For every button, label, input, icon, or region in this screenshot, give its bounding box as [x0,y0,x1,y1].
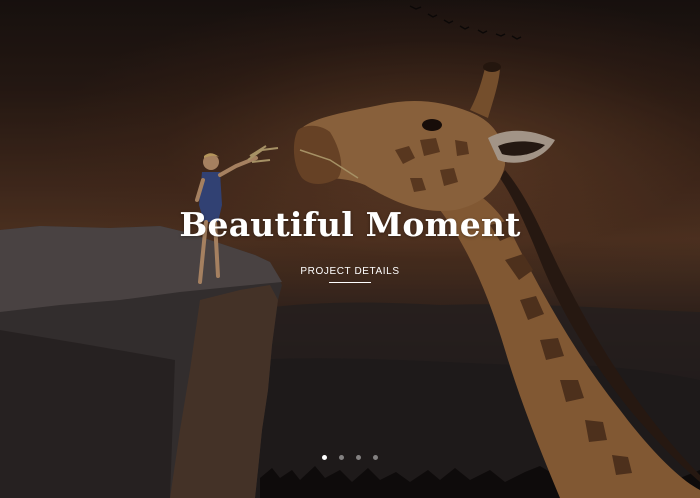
slider-dot-4[interactable] [373,455,378,460]
project-details-label: PROJECT DETAILS [300,266,400,277]
flying-birds [409,5,522,40]
slide-caption: Beautiful Moment PROJECT DETAILS [0,205,700,283]
slider-dot-1[interactable] [322,455,327,460]
slide-title: Beautiful Moment [179,205,521,244]
hero-slider: Beautiful Moment PROJECT DETAILS [0,0,700,498]
slider-dot-3[interactable] [356,455,361,460]
slider-pagination [0,455,700,460]
slider-dot-2[interactable] [339,455,344,460]
project-details-link[interactable]: PROJECT DETAILS [300,266,399,283]
link-underline [329,282,371,283]
